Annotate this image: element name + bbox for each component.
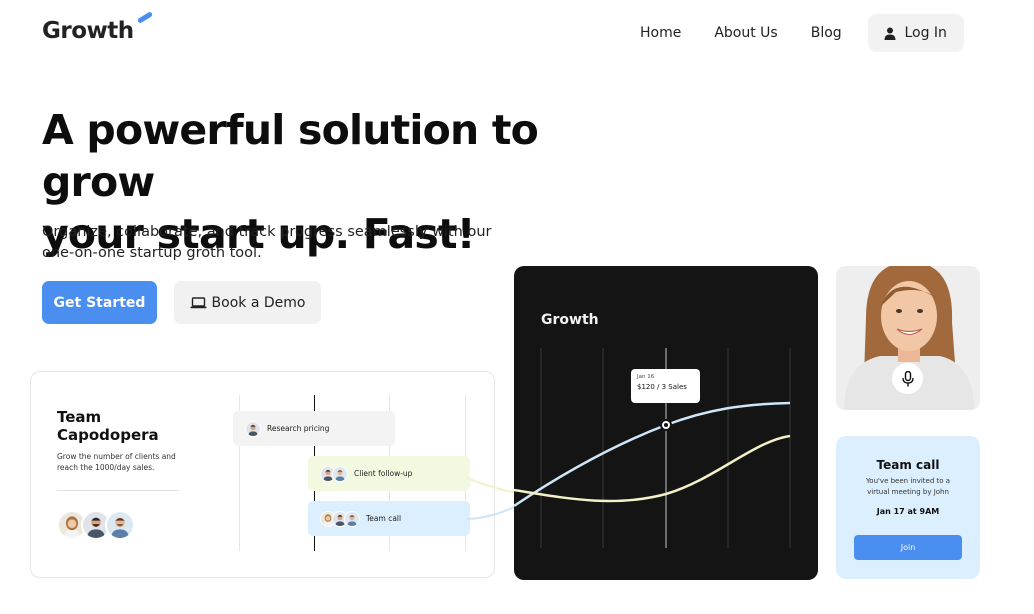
avatar-man (332, 465, 348, 482)
task-pill-research-pricing[interactable]: Research pricing (233, 411, 395, 446)
mic-button[interactable] (892, 363, 923, 394)
join-button[interactable]: Join (854, 535, 962, 560)
avatar-man (105, 510, 135, 540)
growth-chart (514, 348, 791, 548)
login-label: Log In (904, 25, 947, 41)
call-date: Jan 17 at 9AM (876, 507, 940, 516)
task-label: Research pricing (267, 424, 330, 433)
main-nav: Home About Us Blog Log In (630, 14, 964, 52)
call-title: Team call (876, 458, 940, 472)
tooltip-value: $120 / 3 Sales (637, 383, 687, 391)
login-button[interactable]: Log In (867, 14, 964, 52)
team-title-line-1: Team (57, 408, 102, 426)
task-pill-client-follow-up[interactable]: Client follow-up (308, 456, 470, 491)
team-card: Team Capodopera Grow the number of clien… (30, 371, 495, 578)
nav-link-about[interactable]: About Us (714, 25, 777, 41)
task-label: Client follow-up (354, 469, 413, 478)
brand-logo[interactable]: Growth (42, 18, 134, 44)
headline-line-1: A powerful solution to grow (42, 106, 539, 206)
team-avatars (57, 510, 135, 540)
task-label: Team call (366, 514, 402, 523)
team-title: Team Capodopera (57, 408, 207, 444)
hero-subtitle: Organize, collaborate, and track progres… (42, 222, 492, 264)
series-line-blue (514, 401, 791, 508)
nav-link-blog[interactable]: Blog (811, 25, 842, 41)
task-avatars (320, 465, 348, 482)
avatar-man-beard (245, 420, 261, 437)
laptop-icon (190, 296, 207, 308)
team-description: Grow the number of clients and reach the… (57, 452, 176, 472)
user-icon (884, 27, 896, 40)
task-pill-team-call[interactable]: Team call (308, 501, 470, 536)
book-demo-button[interactable]: Book a Demo (174, 281, 321, 324)
subtitle-line-1: Organize, collaborate, and track progres… (42, 224, 492, 240)
chart-tooltip: Jan 16 $120 / 3 Sales (631, 369, 700, 403)
team-call-card: Team call You've been invited to a virtu… (836, 436, 980, 579)
divider (57, 490, 179, 491)
series-line-cream (514, 434, 791, 503)
video-portrait (836, 266, 980, 410)
tooltip-date: Jan 16 (637, 374, 655, 380)
growth-chart-card: Growth Jan 16 $120 / 3 Sales (514, 266, 818, 580)
call-description: You've been invited to a virtual meeting… (865, 477, 951, 496)
subtitle-line-2: one-on-one startup groth tool. (42, 245, 262, 261)
task-avatars (245, 420, 261, 437)
nav-link-home[interactable]: Home (640, 25, 681, 41)
highlight-point-inner (664, 423, 668, 427)
microphone-icon (901, 370, 914, 386)
team-title-line-2: Capodopera (57, 426, 159, 444)
avatar-man (344, 510, 360, 527)
get-started-button[interactable]: Get Started (42, 281, 157, 324)
logo-mark (136, 11, 154, 24)
book-demo-label: Book a Demo (211, 294, 306, 311)
task-avatars (320, 510, 360, 527)
